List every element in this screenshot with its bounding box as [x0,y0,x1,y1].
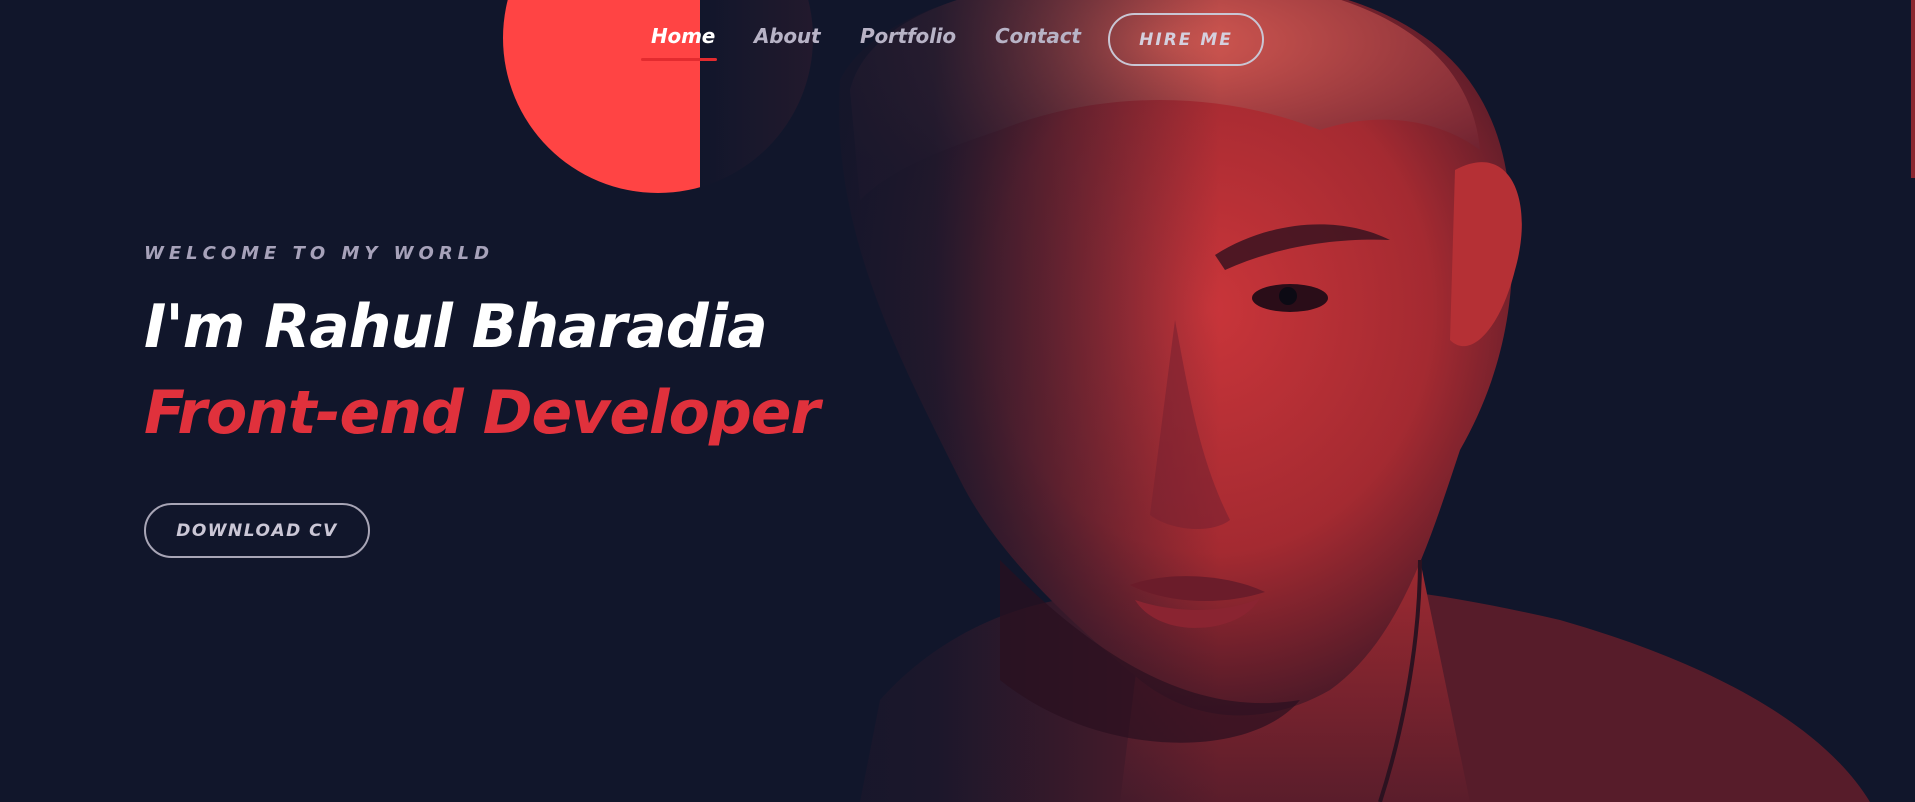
nav-link-home[interactable]: Home [651,24,715,48]
welcome-tagline: WELCOME TO MY WORLD [144,243,495,264]
scroll-indicator [1911,0,1915,178]
hero-name-heading: I'm Rahul Bharadia [144,292,768,362]
hero-section: Home About Portfolio Contact HIRE ME WEL… [0,0,1915,802]
main-nav: Home About Portfolio Contact HIRE ME [0,0,1915,80]
hire-me-button[interactable]: HIRE ME [1108,13,1264,66]
active-nav-indicator [641,58,717,61]
nav-link-portfolio[interactable]: Portfolio [860,24,956,48]
nav-link-contact[interactable]: Contact [995,24,1081,48]
hero-role-heading: Front-end Developer [144,378,820,448]
nav-link-about[interactable]: About [754,24,821,48]
download-cv-button[interactable]: DOWNLOAD CV [144,503,370,558]
